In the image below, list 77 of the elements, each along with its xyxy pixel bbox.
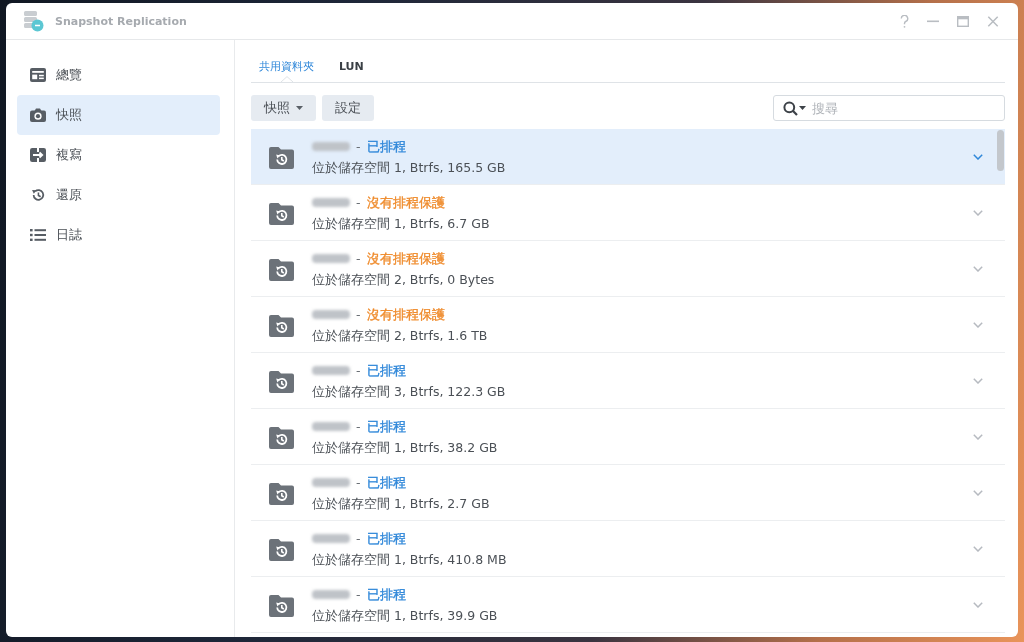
scrollbar-thumb[interactable] <box>997 130 1004 171</box>
sidebar-item[interactable]: 還原 <box>17 175 220 215</box>
folder-history-icon <box>269 312 294 337</box>
list-icon <box>30 228 46 242</box>
folder-location: 位於儲存空間 1, Btrfs, 2.7 GB <box>312 494 491 513</box>
search-icon[interactable] <box>783 101 798 116</box>
status-text: 已排程 <box>366 417 406 436</box>
caret-icon[interactable] <box>799 106 806 110</box>
window-title: Snapshot Replication <box>55 14 187 28</box>
chevron-down-icon[interactable] <box>973 265 983 272</box>
folder-row[interactable]: - 沒有排程保護 位於儲存空間 2, Btrfs, 1.6 TB <box>251 297 1005 353</box>
app-logo-icon <box>22 10 44 32</box>
folder-location: 位於儲存空間 2, Btrfs, 1.6 TB <box>312 326 489 345</box>
folder-row[interactable]: - 已排程 位於儲存空間 1, Btrfs, 2.7 GB <box>251 465 1005 521</box>
chevron-down-icon[interactable] <box>973 601 983 608</box>
folder-history-icon <box>269 424 294 449</box>
sidebar-item[interactable]: 複寫 <box>17 135 220 175</box>
maximize-icon[interactable] <box>957 15 969 27</box>
folder-location: 位於儲存空間 1, Btrfs, 410.8 MB <box>312 550 508 569</box>
name-separator: - <box>356 249 361 268</box>
status-text: 沒有排程保護 <box>366 193 445 212</box>
folder-row[interactable]: - 已排程 位於儲存空間 1, Btrfs, 410.8 MB <box>251 521 1005 577</box>
status-text: 已排程 <box>366 137 406 156</box>
folder-history-icon <box>269 144 294 169</box>
folder-row[interactable]: - 沒有排程保護 位於儲存空間 2, Btrfs, 0 Bytes <box>251 241 1005 297</box>
status-text: 已排程 <box>366 361 406 380</box>
status-text: 沒有排程保護 <box>366 305 445 324</box>
folder-location: 位於儲存空間 1, Btrfs, 165.5 GB <box>312 158 507 177</box>
status-text: 已排程 <box>366 529 406 548</box>
chevron-down-icon[interactable] <box>973 209 983 216</box>
folder-row[interactable]: - 已排程 位於儲存空間 1, Btrfs, 38.2 GB <box>251 409 1005 465</box>
folder-row[interactable]: - 已排程 位於儲存空間 3, Btrfs, 122.3 GB <box>251 353 1005 409</box>
name-separator: - <box>356 473 361 492</box>
arrows-box-icon <box>30 148 46 162</box>
history-icon <box>30 188 46 202</box>
folder-location: 位於儲存空間 2, Btrfs, 0 Bytes <box>312 270 496 289</box>
folder-row[interactable]: - 沒有排程保護 位於儲存空間 1, Btrfs, 6.7 GB <box>251 185 1005 241</box>
name-separator: - <box>356 529 361 548</box>
folder-history-icon <box>269 536 294 561</box>
status-text: 已排程 <box>366 473 406 492</box>
sidebar-item[interactable]: 日誌 <box>17 215 220 255</box>
chevron-down-icon[interactable] <box>973 545 983 552</box>
close-icon[interactable] <box>987 15 999 27</box>
chevron-down-icon[interactable] <box>973 433 983 440</box>
folder-location: 位於儲存空間 1, Btrfs, 38.2 GB <box>312 438 499 457</box>
sidebar-item[interactable]: 快照 <box>17 95 220 135</box>
folder-row[interactable]: - 已排程 位於儲存空間 1, Btrfs, 39.9 GB <box>251 577 1005 633</box>
folder-location: 位於儲存空間 3, Btrfs, 122.3 GB <box>312 382 507 401</box>
name-separator: - <box>356 417 361 436</box>
status-text: 沒有排程保護 <box>366 249 445 268</box>
name-separator: - <box>356 585 361 604</box>
name-separator: - <box>356 193 361 212</box>
toolbar-button[interactable]: 設定 <box>322 95 374 121</box>
chevron-down-icon[interactable] <box>973 321 983 328</box>
folder-history-icon <box>269 480 294 505</box>
folder-history-icon <box>269 368 294 393</box>
folder-location: 位於儲存空間 1, Btrfs, 6.7 GB <box>312 214 491 233</box>
help-icon[interactable] <box>900 14 909 28</box>
folder-row[interactable]: - 已排程 位於儲存空間 1, Btrfs, 165.5 GB <box>251 129 1005 185</box>
tab[interactable]: LUN <box>331 40 372 82</box>
folder-location: 位於儲存空間 1, Btrfs, 39.9 GB <box>312 606 499 625</box>
status-text: 已排程 <box>366 585 406 604</box>
toolbar-button[interactable]: 快照 <box>251 95 316 121</box>
name-separator: - <box>356 361 361 380</box>
tab[interactable]: 共用資料夾 <box>251 40 322 82</box>
folder-history-icon <box>269 256 294 281</box>
chevron-down-icon[interactable] <box>973 153 983 160</box>
camera-icon <box>30 108 46 122</box>
search-field[interactable]: 搜尋 <box>773 95 1005 121</box>
folder-history-icon <box>269 592 294 617</box>
name-separator: - <box>356 137 361 156</box>
chevron-down-icon[interactable] <box>973 377 983 384</box>
folder-history-icon <box>269 200 294 225</box>
chevron-down-icon[interactable] <box>973 489 983 496</box>
name-separator: - <box>356 305 361 324</box>
card-icon <box>30 68 46 82</box>
sidebar-item[interactable]: 總覽 <box>17 55 220 95</box>
